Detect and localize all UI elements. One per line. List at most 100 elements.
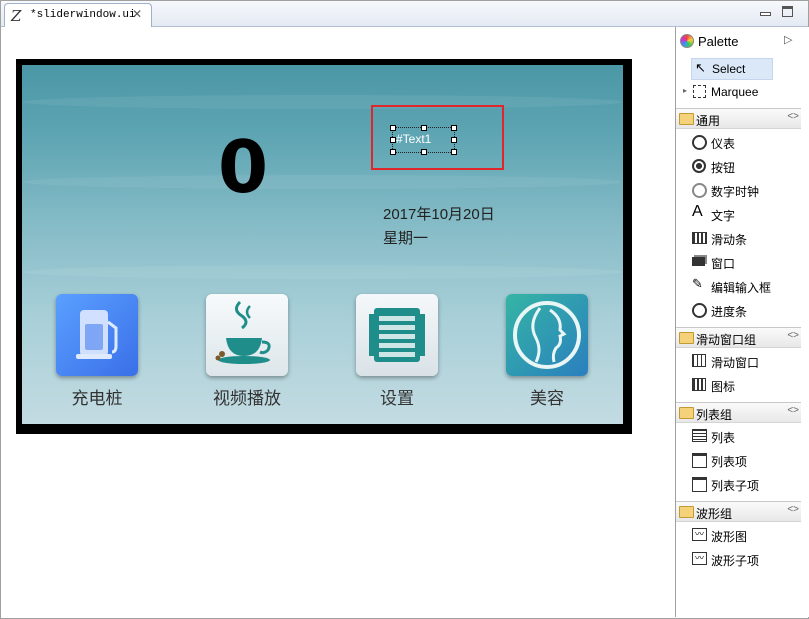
settings-icon — [356, 294, 438, 376]
palette-item-icon[interactable]: 图标 — [691, 375, 807, 395]
app-label: 设置 — [380, 389, 414, 408]
coffee-cup-icon — [206, 294, 288, 376]
window-icon — [692, 257, 705, 266]
palette-item-list-subitem[interactable]: 列表子项 — [691, 474, 807, 494]
palette-panel: Palette ▷ ↖ Select ▸ Marquee 通用 <> 仪表 按钮… — [675, 27, 809, 617]
tab-bar: Z *sliderwindow.ui ✕ — [1, 1, 808, 27]
close-icon[interactable]: ✕ — [132, 7, 142, 21]
palette-item-button[interactable]: 按钮 — [691, 156, 807, 176]
item-label: 波形子项 — [711, 554, 760, 568]
text1-label: #Text1 — [396, 132, 432, 146]
group-slider-window[interactable]: 滑动窗口组 <> — [676, 327, 801, 348]
list-icon — [692, 429, 707, 442]
design-canvas[interactable]: 0 #Text1 2017年10月20日 星期一 充电桩 视频播放 设置 美容 — [2, 27, 673, 617]
item-label: 窗口 — [711, 257, 736, 271]
beauty-face-icon — [506, 294, 588, 376]
screen-background: 0 #Text1 2017年10月20日 星期一 充电桩 视频播放 设置 美容 — [22, 65, 623, 424]
app-settings[interactable]: 设置 — [356, 294, 438, 409]
palette-title: Palette — [698, 34, 739, 49]
item-label: 列表子项 — [711, 479, 760, 493]
tab-sliderwindow[interactable]: Z *sliderwindow.ui ✕ — [4, 3, 152, 27]
tool-label: Select — [712, 62, 746, 76]
item-label: 列表项 — [711, 455, 748, 469]
palette-collapse-icon[interactable]: ▷ — [784, 33, 792, 46]
group-waveform[interactable]: 波形组 <> — [676, 501, 801, 522]
marquee-icon — [693, 85, 706, 98]
app-video-play[interactable]: 视频播放 — [206, 294, 288, 409]
palette-item-digital-clock[interactable]: 数字时钟 — [691, 180, 807, 200]
app-label: 充电桩 — [71, 389, 123, 408]
pencil-icon: ✎ — [692, 276, 703, 291]
app-label: 视频播放 — [213, 389, 281, 408]
resize-handle[interactable] — [390, 137, 396, 143]
palette-item-list[interactable]: 列表 — [691, 426, 807, 446]
radio-button-icon — [692, 159, 706, 173]
palette-item-waveform-subitem[interactable]: 〰波形子项 — [691, 549, 807, 569]
minimize-button[interactable] — [759, 5, 771, 17]
clock-icon — [692, 183, 707, 198]
date-text[interactable]: 2017年10月20日 — [383, 203, 495, 224]
tab-title: *sliderwindow.ui — [30, 9, 136, 21]
collapse-icon[interactable]: <> — [787, 111, 799, 122]
palette-item-slider[interactable]: 滑动条 — [691, 228, 807, 248]
group-label: 列表组 — [696, 408, 733, 422]
collapse-icon[interactable]: <> — [787, 405, 799, 416]
text-a-icon: A — [692, 203, 703, 220]
collapse-icon[interactable]: <> — [787, 330, 799, 341]
palette-item-list-item[interactable]: 列表项 — [691, 450, 807, 470]
list-item-icon — [692, 453, 707, 468]
app-label: 美容 — [530, 389, 564, 408]
resize-handle[interactable] — [421, 149, 427, 155]
resize-handle[interactable] — [451, 125, 457, 131]
resize-handle[interactable] — [451, 149, 457, 155]
palette-item-edit-input[interactable]: ✎ 编辑输入框 — [691, 276, 807, 296]
palette-item-waveform[interactable]: 〰波形图 — [691, 525, 807, 545]
palette-item-window[interactable]: 窗口 — [691, 252, 807, 272]
group-label: 滑动窗口组 — [696, 333, 757, 347]
item-label: 仪表 — [711, 137, 736, 151]
palette-item-slider-window[interactable]: 滑动窗口 — [691, 351, 807, 371]
weekday-text[interactable]: 星期一 — [383, 227, 428, 248]
folder-icon — [679, 407, 694, 419]
palette-item-progress[interactable]: 进度条 — [691, 300, 807, 320]
group-label: 通用 — [696, 114, 721, 128]
palette-header: Palette ▷ — [676, 27, 809, 53]
resize-handle[interactable] — [421, 125, 427, 131]
gauge-icon — [692, 135, 707, 150]
item-label: 滑动窗口 — [711, 356, 760, 370]
expand-arrow-icon: ▸ — [683, 86, 688, 95]
item-label: 数字时钟 — [711, 185, 760, 199]
resize-handle[interactable] — [451, 137, 457, 143]
tool-marquee[interactable]: ▸ Marquee — [683, 82, 807, 102]
folder-icon — [679, 506, 694, 518]
resize-handle[interactable] — [390, 125, 396, 131]
item-label: 图标 — [711, 380, 736, 394]
app-charging-pile[interactable]: 充电桩 — [56, 294, 138, 409]
collapse-icon[interactable]: <> — [787, 504, 799, 515]
maximize-button[interactable] — [782, 6, 793, 17]
app-beauty[interactable]: 美容 — [506, 294, 588, 409]
item-label: 文字 — [711, 209, 736, 223]
waveform-icon: 〰 — [692, 552, 707, 565]
waveform-icon: 〰 — [692, 528, 707, 541]
group-list[interactable]: 列表组 <> — [676, 402, 801, 423]
text1-widget[interactable]: #Text1 — [390, 125, 457, 155]
list-subitem-icon — [692, 477, 707, 492]
folder-icon — [679, 113, 694, 125]
group-general[interactable]: 通用 <> — [676, 108, 801, 129]
slider-icon — [692, 232, 707, 244]
palette-item-text[interactable]: A 文字 — [691, 203, 807, 224]
charging-pile-icon — [56, 294, 138, 376]
tool-select[interactable]: ↖ Select — [691, 58, 773, 80]
item-label: 进度条 — [711, 305, 748, 319]
resize-handle[interactable] — [390, 149, 396, 155]
group-label: 波形组 — [696, 507, 733, 521]
water-ripple — [22, 95, 623, 109]
folder-icon — [679, 332, 694, 344]
water-ripple — [22, 265, 623, 279]
device-screen[interactable]: 0 #Text1 2017年10月20日 星期一 充电桩 视频播放 设置 美容 — [16, 59, 632, 434]
palette-item-gauge[interactable]: 仪表 — [691, 132, 807, 152]
counter-text[interactable]: 0 — [218, 131, 268, 203]
palette-icon — [680, 34, 694, 48]
cursor-icon: ↖ — [695, 60, 706, 75]
